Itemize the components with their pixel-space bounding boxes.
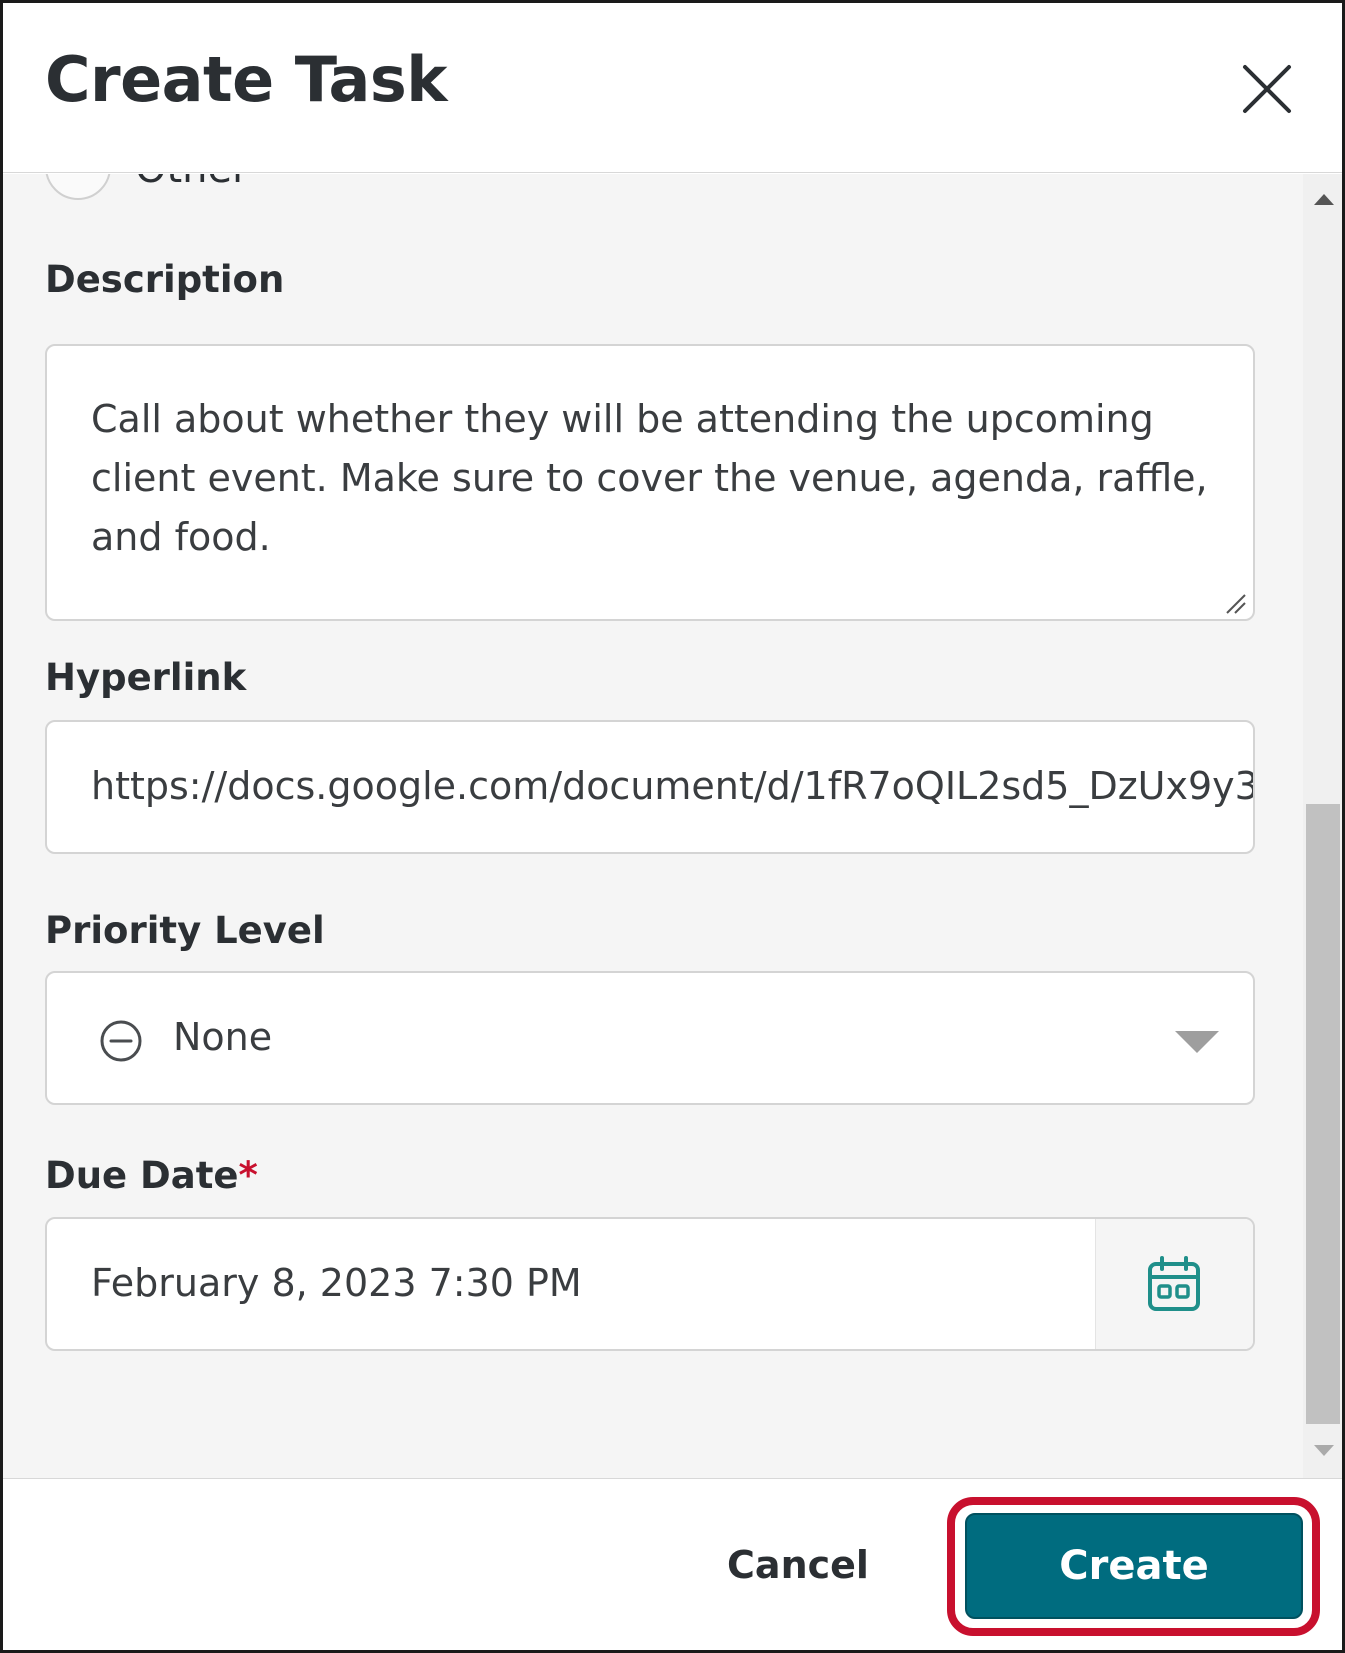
date-picker-button[interactable] [1095, 1219, 1253, 1349]
scroll-up-arrow-icon[interactable] [1314, 194, 1334, 205]
calendar-icon [1148, 1256, 1200, 1311]
due-date-label: Due Date* [45, 1154, 258, 1197]
resize-handle-icon[interactable] [1223, 591, 1247, 615]
description-text: Call about whether they will be attendin… [91, 397, 1208, 559]
radio-other-label: Other [135, 174, 249, 192]
due-date-input[interactable]: February 8, 2023 7:30 PM [45, 1217, 1255, 1351]
dialog-body: Other Description Call about whether the… [3, 174, 1303, 1478]
minus-circle-icon [100, 1020, 142, 1062]
hyperlink-label: Hyperlink [45, 656, 247, 699]
hyperlink-input[interactable]: https://docs.google.com/document/d/1fR7o… [45, 720, 1255, 854]
create-task-dialog: Create Task Other Description Call about… [0, 0, 1345, 1653]
chevron-down-icon [1175, 1031, 1219, 1053]
dialog-header: Create Task [3, 3, 1342, 173]
priority-label: Priority Level [45, 909, 325, 952]
scroll-down-arrow-icon[interactable] [1314, 1445, 1334, 1456]
required-marker: * [238, 1154, 258, 1197]
due-date-label-text: Due Date [45, 1154, 239, 1197]
scroll-thumb[interactable] [1306, 804, 1340, 1424]
description-label: Description [45, 258, 285, 301]
description-textarea[interactable]: Call about whether they will be attendin… [45, 344, 1255, 621]
radio-other[interactable] [45, 174, 111, 200]
dialog-footer: Cancel Create [3, 1478, 1342, 1650]
create-button[interactable]: Create [965, 1513, 1303, 1619]
vertical-scrollbar[interactable] [1303, 174, 1342, 1478]
cancel-button[interactable]: Cancel [693, 1535, 903, 1595]
priority-select[interactable]: None [45, 971, 1255, 1105]
close-button[interactable] [1239, 61, 1295, 117]
priority-selected-value: None [173, 1015, 273, 1059]
dialog-title: Create Task [45, 43, 448, 116]
close-icon [1243, 65, 1291, 113]
hyperlink-value: https://docs.google.com/document/d/1fR7o… [91, 764, 1255, 808]
due-date-value: February 8, 2023 7:30 PM [91, 1261, 582, 1305]
